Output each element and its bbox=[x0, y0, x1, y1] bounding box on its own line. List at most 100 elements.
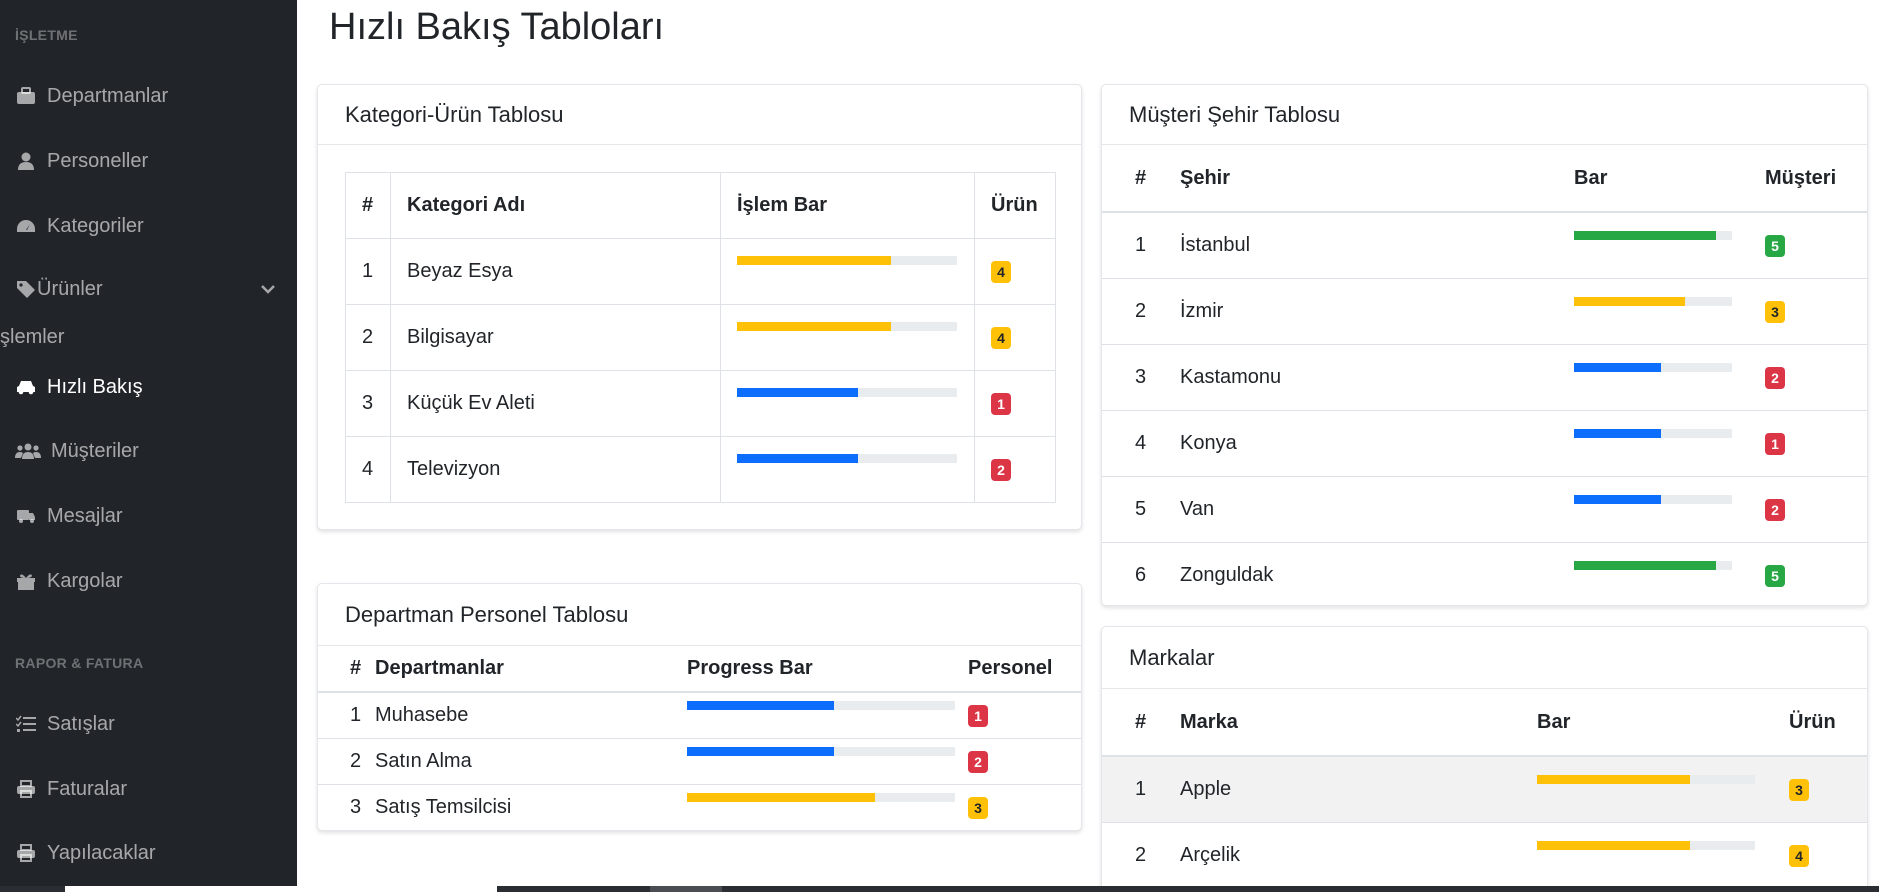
row-number: 4 bbox=[1102, 410, 1180, 477]
table-row: 6 Zonguldak 5 bbox=[1102, 542, 1867, 605]
progress-cell bbox=[720, 238, 975, 305]
sidebar-item-label: Ürünler bbox=[37, 277, 103, 300]
column-header: Ürün bbox=[1789, 689, 1867, 757]
table-header-row: # Şehir Bar Müşteri bbox=[1102, 145, 1867, 213]
column-header: # bbox=[318, 646, 375, 693]
gauge-icon bbox=[15, 216, 37, 236]
row-name: Küçük Ev Aleti bbox=[390, 370, 721, 437]
print-icon bbox=[15, 779, 37, 799]
count-badge: 5 bbox=[1765, 564, 1785, 587]
tag-icon bbox=[15, 279, 37, 299]
table-row: 3 Küçük Ev Aleti 1 bbox=[345, 370, 1056, 437]
progress-bar-fill bbox=[737, 453, 858, 463]
sidebar-item-mesajlar[interactable]: Mesajlar bbox=[15, 496, 123, 536]
row-name: Televizyon bbox=[390, 436, 721, 503]
progress-cell bbox=[1537, 756, 1789, 823]
count-badge: 1 bbox=[991, 393, 1011, 415]
progress-cell bbox=[1574, 410, 1765, 477]
count-badge: 4 bbox=[991, 261, 1011, 283]
sidebar-item-kargolar[interactable]: Kargolar bbox=[15, 561, 123, 601]
progress-bar-fill bbox=[1574, 231, 1717, 241]
sidebar-item-label: Mesajlar bbox=[47, 504, 123, 527]
table-row: 4 Televizyon 2 bbox=[345, 436, 1056, 503]
column-header: Marka bbox=[1180, 689, 1537, 757]
sidebar-item-label: Faturalar bbox=[47, 777, 128, 800]
column-header: Departmanlar bbox=[375, 646, 687, 693]
card-title: Müşteri Şehir Tablosu bbox=[1102, 85, 1867, 145]
progress-bar-fill bbox=[687, 701, 835, 711]
column-header: Personel bbox=[968, 646, 1081, 693]
column-header: Bar bbox=[1574, 145, 1765, 213]
sidebar-item-musteriler[interactable]: Müşteriler bbox=[15, 431, 139, 471]
sidebar-item-label: Kategoriler bbox=[47, 214, 144, 237]
sidebar-item-personeller[interactable]: Personeller bbox=[15, 141, 148, 181]
departman-card: Departman Personel Tablosu # Departmanla… bbox=[317, 583, 1082, 831]
count-badge: 1 bbox=[1765, 432, 1785, 455]
user-icon bbox=[15, 151, 37, 171]
table-row: 2 Arçelik 4 bbox=[1102, 822, 1867, 889]
sidebar-item-label: Yapılacaklar bbox=[47, 841, 156, 864]
progress-cell bbox=[1574, 212, 1765, 279]
print-icon bbox=[15, 843, 37, 863]
progress-cell bbox=[720, 370, 975, 437]
table-row: 1 Apple 3 bbox=[1102, 756, 1867, 823]
card-title: Markalar bbox=[1102, 627, 1867, 689]
table-row: 2 İzmir 3 bbox=[1102, 278, 1867, 345]
sidebar-item-label: Hızlı Bakış bbox=[47, 375, 143, 398]
row-name: Van bbox=[1180, 476, 1574, 543]
taskbar-segment bbox=[650, 886, 722, 892]
progress-bar bbox=[1574, 297, 1732, 306]
sidebar-item-satislar[interactable]: Satışlar bbox=[15, 704, 115, 744]
sidebar-item-departmanlar[interactable]: Departmanlar bbox=[15, 76, 168, 116]
users-icon bbox=[15, 441, 41, 461]
row-name: Apple bbox=[1180, 756, 1537, 823]
sidebar-item-kategoriler[interactable]: Kategoriler bbox=[15, 206, 144, 246]
sidebar-item-yapilacaklar[interactable]: Yapılacaklar bbox=[15, 833, 156, 873]
page-title: Hızlı Bakış Tabloları bbox=[329, 6, 665, 48]
sidebar-item-urunler[interactable]: Ürünler bbox=[15, 269, 103, 309]
row-name: Konya bbox=[1180, 410, 1574, 477]
table-header-row: # Departmanlar Progress Bar Personel bbox=[318, 646, 1081, 693]
departman-table: # Departmanlar Progress Bar Personel 1 Mu… bbox=[318, 646, 1081, 830]
row-number: 2 bbox=[318, 738, 375, 785]
progress-bar bbox=[687, 701, 955, 711]
row-number: 2 bbox=[1102, 822, 1180, 889]
sidebar-heading-isletme: İŞLETME bbox=[15, 27, 78, 43]
progress-cell bbox=[1574, 344, 1765, 411]
progress-cell bbox=[687, 738, 968, 785]
count-badge: 2 bbox=[1765, 498, 1785, 521]
progress-bar-fill bbox=[1537, 841, 1690, 850]
taskbar-segment bbox=[65, 886, 497, 892]
chevron-down-icon[interactable] bbox=[259, 280, 279, 300]
progress-bar bbox=[1574, 363, 1732, 372]
sidebar-heading-rapor: RAPOR & FATURA bbox=[15, 655, 144, 671]
sidebar-item-hizli-bakis[interactable]: Hızlı Bakış bbox=[15, 367, 143, 407]
count-cell: 1 bbox=[974, 370, 1056, 437]
progress-bar-fill bbox=[1574, 363, 1661, 372]
row-number: 3 bbox=[345, 370, 391, 437]
column-header: # bbox=[345, 172, 391, 239]
table-row: 2 Satın Alma 2 bbox=[318, 738, 1081, 785]
column-header: Progress Bar bbox=[687, 646, 968, 693]
sidebar-item-label: Satışlar bbox=[47, 712, 115, 735]
column-header: # bbox=[1102, 689, 1180, 757]
progress-bar bbox=[687, 793, 955, 803]
count-cell: 3 bbox=[968, 784, 1081, 830]
sidebar-section-islemler: şlemler bbox=[0, 326, 65, 348]
progress-bar bbox=[1537, 775, 1755, 785]
truck-icon bbox=[15, 506, 37, 526]
sidebar-item-faturalar[interactable]: Faturalar bbox=[15, 769, 127, 809]
table-row: 4 Konya 1 bbox=[1102, 410, 1867, 477]
progress-bar bbox=[737, 321, 957, 331]
row-name: Satın Alma bbox=[375, 738, 687, 785]
count-badge: 2 bbox=[991, 459, 1011, 481]
count-cell: 5 bbox=[1765, 542, 1867, 605]
markalar-card: Markalar # Marka Bar Ürün 1 Apple 3 2 Arçeli… bbox=[1101, 626, 1868, 892]
column-header: # bbox=[1102, 145, 1180, 213]
count-cell: 3 bbox=[1765, 278, 1867, 345]
row-number: 2 bbox=[345, 304, 391, 371]
count-badge: 2 bbox=[1765, 366, 1785, 389]
column-header: Müşteri bbox=[1765, 145, 1867, 213]
progress-bar bbox=[1574, 561, 1732, 570]
progress-cell bbox=[1574, 476, 1765, 543]
